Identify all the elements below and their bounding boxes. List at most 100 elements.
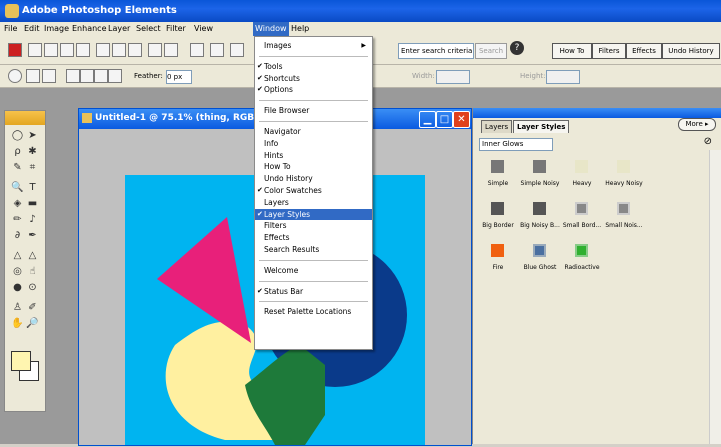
stamp-tool-icon[interactable]: ♙ (11, 301, 24, 314)
menu-file[interactable]: File (4, 24, 17, 33)
window-menu-item-undo-history[interactable]: Undo History (255, 173, 372, 184)
print-icon[interactable] (128, 43, 142, 57)
tab-effects[interactable]: Effects (626, 43, 662, 59)
tab-layer-styles[interactable]: Layer Styles (513, 120, 570, 133)
window-menu-item-options[interactable]: ✔ Options (255, 84, 372, 95)
save-icon[interactable] (96, 43, 110, 57)
palette-header[interactable] (473, 108, 721, 118)
style-simple[interactable]: Simple (477, 150, 519, 192)
window-menu-item-search-results[interactable]: Search Results (255, 244, 372, 255)
hand-tool-icon[interactable]: ● (11, 281, 24, 294)
window-menu-item-how-to[interactable]: How To (255, 161, 372, 172)
style-heavy-noisy[interactable]: Heavy Noisy (603, 150, 645, 192)
style-radioactive[interactable]: Radioactive (561, 234, 603, 276)
style-small-noisy-border[interactable]: Small Nois... (603, 192, 645, 234)
tab-how-to[interactable]: How To (552, 43, 592, 59)
rect-marquee-icon[interactable] (26, 69, 40, 83)
import-icon[interactable] (76, 43, 90, 57)
ellipse-marquee-option-icon[interactable] (42, 69, 56, 83)
ellipse-marquee-icon[interactable] (8, 69, 22, 83)
magic-wand-tool-icon[interactable]: ✱ (26, 145, 39, 158)
foreground-color-swatch[interactable] (11, 351, 31, 371)
help-icon[interactable]: ? (510, 41, 524, 55)
window-menu-item-info[interactable]: Info (255, 138, 372, 149)
menu-window[interactable]: Window (253, 22, 289, 36)
zoom-tool-icon[interactable]: 🔍 (11, 181, 24, 194)
sponge-tool-icon[interactable]: ◎ (11, 265, 24, 278)
shape-tool-icon[interactable]: ▬ (26, 197, 39, 210)
menu-image[interactable]: Image (44, 24, 69, 33)
acrobat-icon[interactable] (8, 43, 22, 57)
tab-filters[interactable]: Filters (592, 43, 626, 59)
minimize-button[interactable]: ▁ (419, 111, 436, 128)
search-input[interactable]: Enter search criteria (398, 43, 474, 59)
style-simple-noisy[interactable]: Simple Noisy (519, 150, 561, 192)
window-menu-item-color-swatches[interactable]: ✔ Color Swatches (255, 185, 372, 196)
height-field[interactable] (546, 70, 580, 84)
style-fire[interactable]: Fire (477, 234, 519, 276)
style-big-border[interactable]: Big Border (477, 192, 519, 234)
menu-filter[interactable]: Filter (166, 24, 186, 33)
step-forward-icon[interactable] (210, 43, 224, 57)
menu-view[interactable]: View (194, 24, 213, 33)
red-eye-tool-icon[interactable]: ✒ (26, 229, 39, 242)
tab-undo-history[interactable]: Undo History (662, 43, 720, 59)
menu-enhance[interactable]: Enhance (72, 24, 107, 33)
pencil-tool-icon[interactable]: ✏ (11, 213, 24, 226)
window-menu-item-hints[interactable]: Hints (255, 150, 372, 161)
menu-select[interactable]: Select (136, 24, 161, 33)
adjust-icon[interactable] (230, 43, 244, 57)
style-big-noisy-border[interactable]: Big Noisy B... (519, 192, 561, 234)
menu-layer[interactable]: Layer (108, 24, 130, 33)
new-selection-icon[interactable] (66, 69, 80, 83)
width-field[interactable] (436, 70, 470, 84)
menu-edit[interactable]: Edit (24, 24, 40, 33)
paint-bucket-tool-icon[interactable]: ◈ (11, 197, 24, 210)
crop-tool-icon[interactable]: ⌗ (26, 161, 39, 174)
search-button[interactable]: Search (475, 43, 507, 59)
window-menu-item-file-browser[interactable]: File Browser (255, 105, 372, 116)
more-button[interactable]: More ▸ (678, 118, 716, 131)
marquee-tool-icon[interactable]: ◯ (11, 129, 24, 142)
type-tool-icon[interactable]: T (26, 181, 39, 194)
move-tool-icon[interactable]: ➤ (26, 129, 39, 142)
step-backward-icon[interactable] (190, 43, 204, 57)
window-menu-item-filters[interactable]: Filters (255, 220, 372, 231)
style-heavy[interactable]: Heavy (561, 150, 603, 192)
window-menu-item-shortcuts[interactable]: ✔ Shortcuts (255, 73, 372, 84)
add-selection-icon[interactable] (80, 69, 94, 83)
window-menu-item-reset-palette-locations[interactable]: Reset Palette Locations (255, 306, 372, 317)
window-menu-item-layer-styles[interactable]: ✔ Layer Styles (255, 208, 372, 220)
email-icon[interactable] (148, 43, 162, 57)
blur-tool-icon[interactable]: △ (11, 249, 24, 262)
sharpen-tool-icon[interactable]: △ (26, 249, 39, 262)
tab-layers[interactable]: Layers (481, 120, 513, 133)
window-menu-item-layers[interactable]: Layers (255, 197, 372, 208)
window-menu-item-effects[interactable]: Effects (255, 232, 372, 243)
palette-scrollbar[interactable] (709, 150, 721, 444)
feather-field[interactable]: 0 px (166, 70, 192, 84)
style-blue-ghost[interactable]: Blue Ghost (519, 234, 561, 276)
eyedropper-tool-icon[interactable]: ✐ (26, 301, 39, 314)
clear-style-icon[interactable]: ⊘ (704, 136, 712, 147)
window-menu-item-images[interactable]: Images ▶ (255, 40, 372, 51)
intersect-selection-icon[interactable] (108, 69, 122, 83)
close-button[interactable]: ✕ (453, 111, 470, 128)
brush-tool-icon[interactable]: ♪ (26, 213, 39, 226)
zoom-view-tool-icon[interactable]: 🔎 (26, 317, 39, 330)
lasso-tool-icon[interactable]: ρ (11, 145, 24, 158)
window-menu-item-status-bar[interactable]: ✔ Status Bar (255, 286, 372, 297)
smudge-tool-icon[interactable]: ☝ (26, 265, 39, 278)
clone-stamp-tool-icon[interactable]: ⊙ (26, 281, 39, 294)
window-menu-item-tools[interactable]: ✔ Tools (255, 61, 372, 72)
style-small-border[interactable]: Small Bord... (561, 192, 603, 234)
open-file-icon[interactable] (44, 43, 58, 57)
browse-icon[interactable] (60, 43, 74, 57)
toolbox-header[interactable] (5, 111, 45, 125)
maximize-button[interactable]: □ (436, 111, 453, 128)
save-web-icon[interactable] (112, 43, 126, 57)
new-file-icon[interactable] (28, 43, 42, 57)
brush-selection-tool-icon[interactable]: ✎ (11, 161, 24, 174)
hand-pan-tool-icon[interactable]: ✋ (11, 317, 24, 330)
menu-help[interactable]: Help (291, 24, 309, 33)
